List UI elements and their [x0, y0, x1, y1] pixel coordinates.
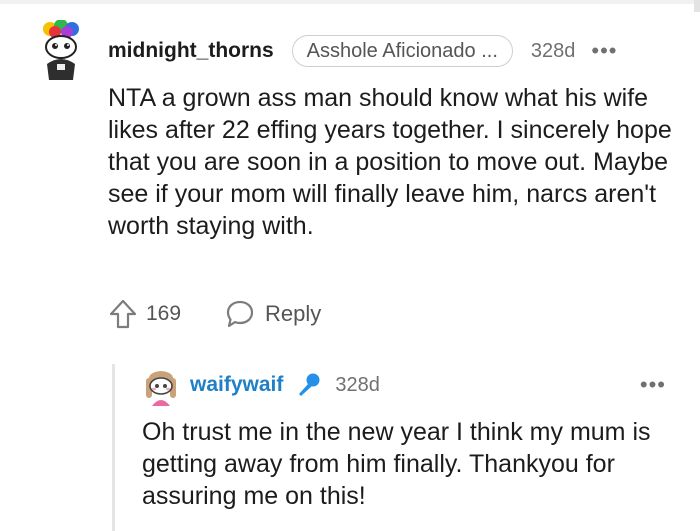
- user-flair: Asshole Aficionado ...: [291, 35, 513, 67]
- reply-button[interactable]: Reply: [225, 299, 321, 329]
- snoo-avatar-icon: [146, 371, 176, 406]
- upvote-button[interactable]: 169: [108, 298, 181, 330]
- reply-age: 328d: [335, 373, 380, 396]
- reply-body: Oh trust me in the new year I think my m…: [142, 418, 651, 510]
- reply-username[interactable]: waifywaif: [190, 373, 283, 397]
- speech-bubble-icon: [226, 300, 254, 328]
- more-options-icon[interactable]: •••: [591, 40, 617, 62]
- avatar[interactable]: [36, 19, 86, 82]
- vote-count: 169: [146, 302, 182, 325]
- comment-body: NTA a grown ass man should know what his…: [108, 84, 672, 240]
- top-divider: [0, 0, 700, 4]
- comment-age: 328d: [530, 39, 576, 62]
- reply-avatar[interactable]: [143, 368, 179, 408]
- thread-line[interactable]: [112, 364, 115, 531]
- snoo-avatar-icon: [43, 19, 79, 80]
- comment-header: midnight_thorns Asshole Aficionado ... 3…: [108, 34, 618, 68]
- reply-label: Reply: [265, 301, 322, 326]
- scrollbar-thumb[interactable]: [694, 0, 700, 12]
- upvote-arrow-icon: [109, 299, 137, 329]
- more-options-icon[interactable]: •••: [640, 374, 666, 396]
- reply-header: waifywaif 328d: [190, 370, 380, 400]
- op-badge: [295, 372, 321, 398]
- microphone-icon: [299, 373, 320, 396]
- username[interactable]: midnight_thorns: [108, 39, 274, 63]
- comment-actions: 169 Reply: [108, 296, 321, 332]
